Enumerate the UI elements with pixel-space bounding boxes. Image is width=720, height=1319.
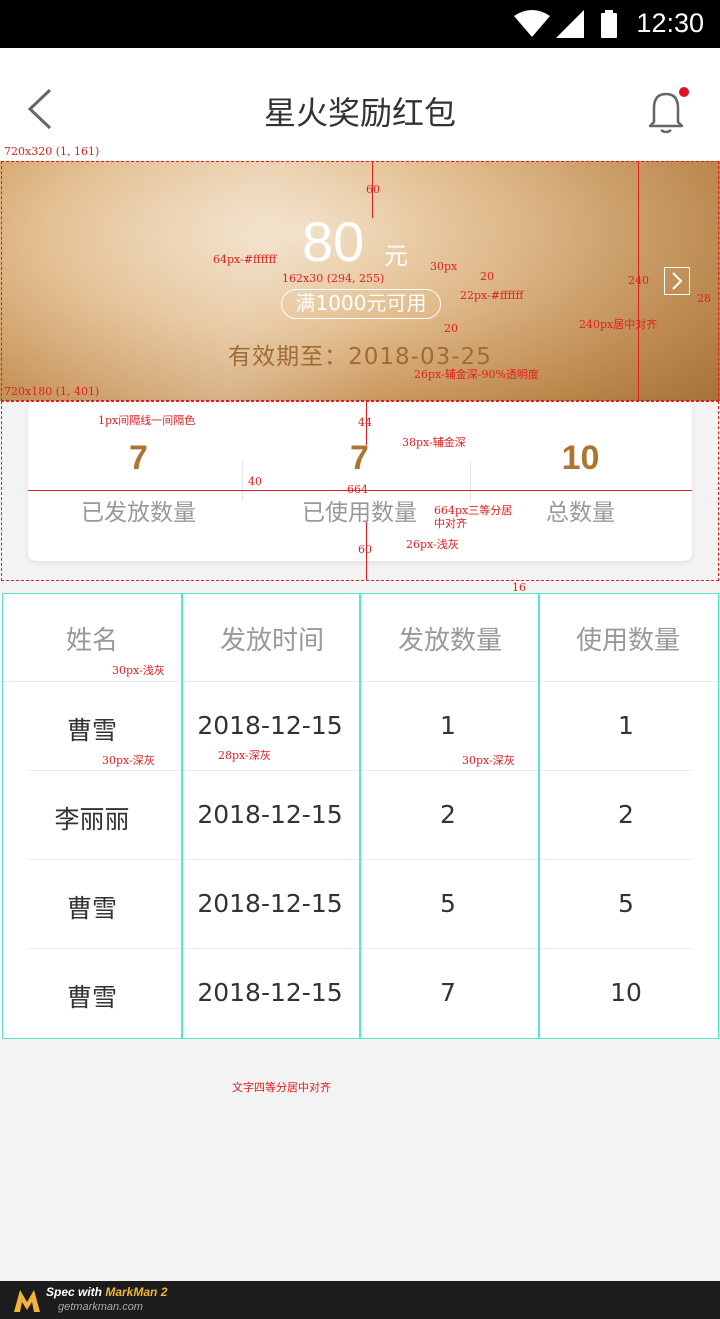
gap-label: 28 <box>697 292 711 305</box>
bell-icon[interactable] <box>644 86 692 136</box>
markman-logo-icon <box>14 1290 40 1312</box>
column-guide <box>181 593 183 1039</box>
cond-size-label: 162x30 (294, 255) <box>282 272 385 285</box>
clock: 12:30 <box>636 8 704 38</box>
gap-label: 20 <box>444 322 458 335</box>
signal-icon <box>556 10 584 38</box>
banner-size-label: 720x320 (1, 161) <box>4 145 100 158</box>
divider-note: 1px间隔线一间隔色 <box>98 414 196 427</box>
unit-style-label: 30px <box>430 260 458 273</box>
split-note: 中对齐 <box>434 517 467 530</box>
date-style-label: 28px-深灰 <box>218 749 271 762</box>
column-guide <box>538 593 540 1039</box>
brand-name: MarkMan 2 <box>105 1285 168 1299</box>
brand-url: getmarkman.com <box>58 1301 143 1313</box>
status-bar: 12:30 <box>0 0 720 48</box>
page-title: 星火奖励红包 <box>263 94 456 132</box>
gap-label: 60 <box>358 543 372 556</box>
label-style-label: 26px-浅灰 <box>406 538 459 551</box>
gap-label: 60 <box>366 183 380 196</box>
qty-style-label: 30px-深灰 <box>462 754 515 767</box>
markman-footer: Spec with MarkMan 2 getmarkman.com <box>0 1281 720 1319</box>
column-guide <box>359 593 361 1039</box>
brand-prefix: Spec with <box>46 1285 106 1299</box>
expire-style-label: 26px-辅金深-90%透明度 <box>414 368 539 381</box>
center-note: 240px居中对齐 <box>579 318 658 331</box>
card-size-label: 720x180 (1, 401) <box>4 385 100 398</box>
wifi-icon <box>514 10 550 37</box>
nav-bar: 星火奖励红包 <box>0 48 720 160</box>
gap-label: 40 <box>248 475 262 488</box>
width-label: 664 <box>347 483 368 496</box>
height-label: 240 <box>628 274 649 287</box>
gap-label: 44 <box>358 416 372 429</box>
head-style-label: 30px-浅灰 <box>112 664 165 677</box>
cond-style-label: 22px-#ffffff <box>460 289 524 302</box>
brand-text: Spec with MarkMan 2 <box>46 1285 167 1299</box>
num-style-label: 38px-辅金深 <box>402 436 466 449</box>
name-style-label: 30px-深灰 <box>102 754 155 767</box>
gap-label: 20 <box>480 270 494 283</box>
amount-style-label: 64px-#ffffff <box>213 253 277 266</box>
table-note: 文字四等分居中对齐 <box>232 1081 331 1094</box>
battery-icon <box>601 10 617 38</box>
